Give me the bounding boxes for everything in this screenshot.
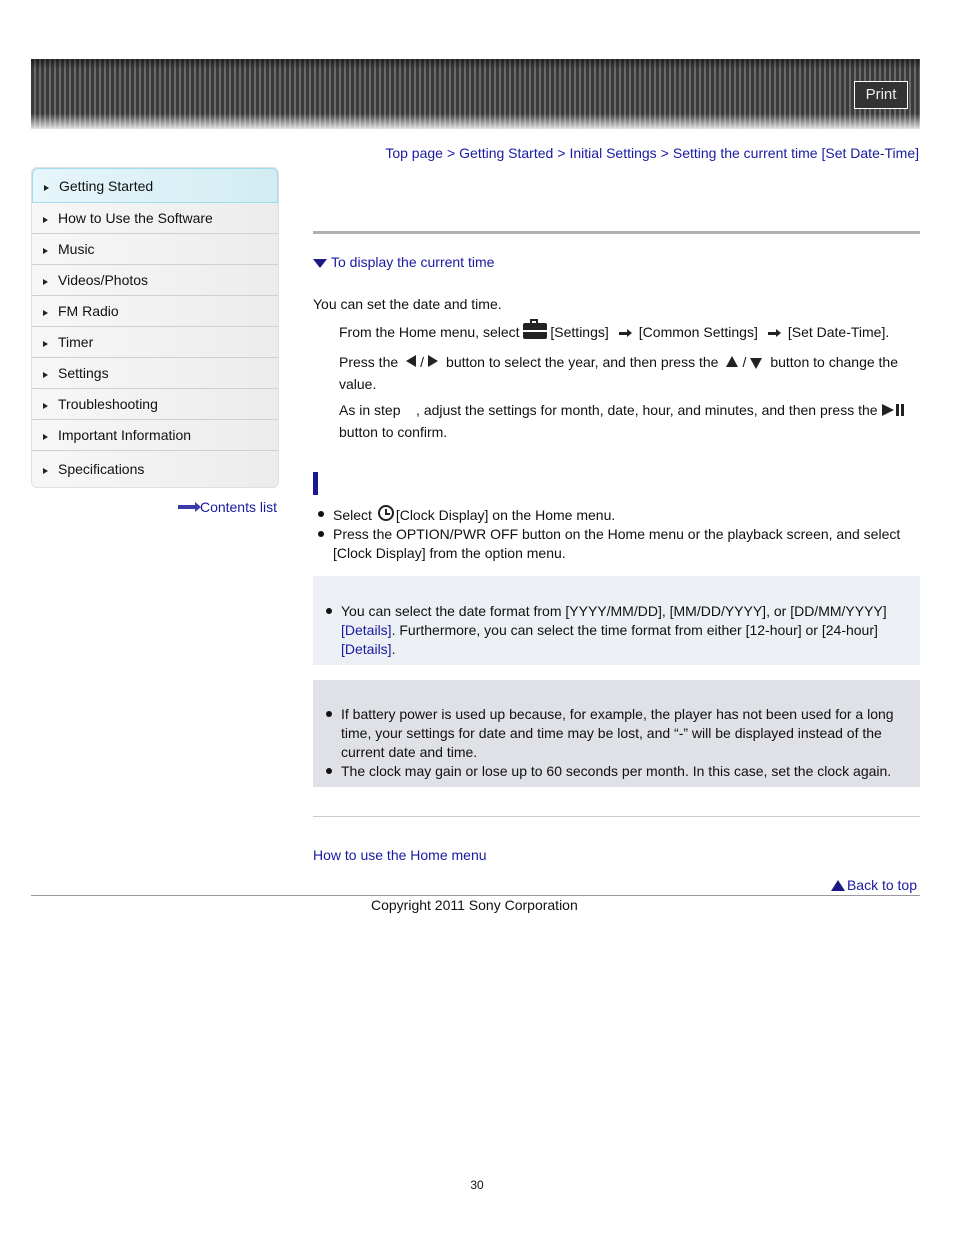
section-heading-bar <box>313 472 318 495</box>
sidebar-item-label: How to Use the Software <box>58 210 213 226</box>
step-2: Press the / button to select the year, and… <box>339 351 919 395</box>
details-link-time-format[interactable]: [Details] <box>341 641 392 657</box>
list-item-text: [Clock Display] on the Home menu. <box>395 507 616 523</box>
step-1-text: From the Home menu, select <box>339 324 524 340</box>
note-box: If battery power is used up because, for… <box>313 680 920 787</box>
list-item: Select [Clock Display] on the Home menu. <box>313 505 913 525</box>
step-3-text: button to confirm. <box>339 424 448 440</box>
list-item: If battery power is used up because, for… <box>321 705 906 762</box>
breadcrumb-getting-started[interactable]: Getting Started <box>459 145 553 161</box>
set-date-time-ref: [Set Date-Time]. <box>787 324 890 340</box>
hint-text: . <box>391 641 396 657</box>
slash: / <box>742 354 747 370</box>
caret-right-icon <box>43 279 48 285</box>
arrow-right-icon <box>618 329 632 337</box>
sidebar-item-label: Getting Started <box>59 177 154 194</box>
toc-link-display-time[interactable]: To display the current time <box>313 254 494 270</box>
page-number: 30 <box>470 1178 484 1192</box>
contents-list-label: Contents list <box>199 499 277 515</box>
arrow-right-icon <box>177 502 201 512</box>
sidebar-item-label: Settings <box>58 365 109 381</box>
copyright-text: Copyright 2011 Sony Corporation <box>371 897 578 913</box>
caret-right-icon <box>43 403 48 409</box>
title-divider <box>313 231 920 234</box>
breadcrumb-initial-settings[interactable]: Initial Settings <box>570 145 657 161</box>
triangle-down-icon <box>313 258 327 268</box>
caret-right-icon <box>43 434 48 440</box>
step-3: As in step , adjust the settings for mon… <box>339 399 919 443</box>
step-3-text: As in step , adjust the settings for mon… <box>339 402 878 418</box>
sidebar-item-label: FM Radio <box>58 303 119 319</box>
content-divider <box>313 816 920 817</box>
sidebar-item-music[interactable]: Music <box>32 234 278 265</box>
sidebar-item-label: Specifications <box>58 461 145 477</box>
intro-text: You can set the date and time. <box>313 296 502 312</box>
settings-menu-ref: [Settings] <box>550 324 609 340</box>
caret-right-icon <box>43 310 48 316</box>
sidebar-item-timer[interactable]: Timer <box>32 327 278 358</box>
up-button-icon <box>726 356 739 367</box>
related-link-home-menu[interactable]: How to use the Home menu <box>313 847 487 863</box>
print-button[interactable]: Print <box>854 81 908 109</box>
right-button-icon <box>428 355 439 367</box>
caret-right-icon <box>43 468 48 474</box>
breadcrumb-separator: > <box>557 145 566 161</box>
caret-right-icon <box>43 372 48 378</box>
sidebar-item-label: Troubleshooting <box>58 396 158 412</box>
caret-right-icon <box>44 184 49 191</box>
settings-toolbox-icon <box>523 319 548 339</box>
step-1: From the Home menu, select [Settings] [Co… <box>339 319 919 343</box>
hint-text: . Furthermore, you can select the time f… <box>391 622 878 638</box>
list-item: Press the OPTION/PWR OFF button on the H… <box>313 525 913 563</box>
back-to-top-link[interactable]: Back to top <box>830 877 917 893</box>
down-button-icon <box>750 358 763 369</box>
sidebar-item-how-to-use-software[interactable]: How to Use the Software <box>32 203 278 234</box>
common-settings-ref: [Common Settings] <box>638 324 758 340</box>
breadcrumb-separator: > <box>446 145 456 161</box>
sidebar-item-getting-started[interactable]: Getting Started <box>32 168 278 203</box>
breadcrumb-top-page[interactable]: Top page <box>385 145 443 161</box>
play-pause-icon <box>881 404 904 416</box>
hint-box: You can select the date format from [YYY… <box>313 576 920 665</box>
arrow-right-icon <box>767 329 781 337</box>
hint-text: You can select the date format from [YYY… <box>341 603 887 619</box>
toc-link-label: To display the current time <box>331 254 495 270</box>
contents-list-link[interactable]: Contents list <box>177 499 277 515</box>
sidebar-item-label: Videos/Photos <box>58 272 149 288</box>
list-item-text: Press the OPTION/PWR OFF button on the H… <box>333 526 901 561</box>
sidebar-item-troubleshooting[interactable]: Troubleshooting <box>32 389 278 420</box>
sidebar-item-fm-radio[interactable]: FM Radio <box>32 296 278 327</box>
back-to-top-label: Back to top <box>846 877 917 893</box>
sidebar-item-label: Music <box>58 241 95 257</box>
sidebar-item-settings[interactable]: Settings <box>32 358 278 389</box>
sidebar-item-specifications[interactable]: Specifications <box>32 451 278 487</box>
page-header-banner: Print <box>31 59 920 129</box>
list-item-text: Select <box>333 507 376 523</box>
breadcrumb: Top page > Getting Started > Initial Setting… <box>385 145 919 161</box>
slash: / <box>420 354 425 370</box>
sidebar-nav: Getting Started How to Use the Software … <box>31 167 279 488</box>
display-clock-list: Select [Clock Display] on the Home menu.… <box>313 505 913 563</box>
sidebar-item-videos-photos[interactable]: Videos/Photos <box>32 265 278 296</box>
list-item: You can select the date format from [YYY… <box>321 602 906 659</box>
breadcrumb-separator: > <box>660 145 669 161</box>
list-item: The clock may gain or lose up to 60 seco… <box>321 762 906 781</box>
step-2-text: Press the <box>339 354 399 370</box>
sidebar-item-important-information[interactable]: Important Information <box>32 420 278 451</box>
footer-divider <box>31 895 920 896</box>
details-link-date-format[interactable]: [Details] <box>341 622 392 638</box>
step-2-text: button to select the year, and then pres… <box>446 354 719 370</box>
caret-right-icon <box>43 341 48 347</box>
clock-icon <box>377 505 394 521</box>
sidebar-item-label: Timer <box>58 334 94 350</box>
sidebar-item-label: Important Information <box>58 427 192 443</box>
breadcrumb-current-page[interactable]: Setting the current time [Set Date-Time] <box>673 145 919 161</box>
left-button-icon <box>406 355 417 367</box>
caret-right-icon <box>43 248 48 254</box>
caret-right-icon <box>43 217 48 223</box>
triangle-up-icon <box>830 879 845 891</box>
